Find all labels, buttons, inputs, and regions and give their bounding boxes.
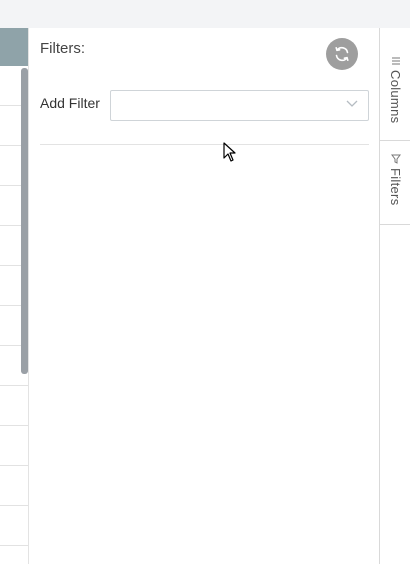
add-filter-select[interactable]	[110, 90, 369, 121]
tab-columns[interactable]: Columns	[380, 54, 410, 141]
chevron-down-icon	[346, 100, 358, 107]
filter-icon	[390, 154, 401, 164]
tab-columns-label: Columns	[388, 70, 403, 124]
table-row[interactable]	[0, 466, 28, 506]
tab-filters[interactable]: Filters	[380, 152, 410, 225]
grid-scrollbar[interactable]	[21, 68, 28, 374]
table-row[interactable]	[0, 386, 28, 426]
divider	[40, 144, 369, 145]
refresh-icon	[335, 46, 349, 62]
refresh-button[interactable]	[326, 38, 358, 70]
mouse-cursor-icon	[223, 142, 236, 162]
add-filter-label: Add Filter	[40, 95, 100, 111]
table-row[interactable]	[0, 546, 28, 564]
table-row[interactable]	[0, 506, 28, 546]
tool-sidebar: Columns Filters	[379, 28, 410, 564]
tab-filters-label: Filters	[388, 168, 403, 206]
panel-title: Filters:	[40, 40, 85, 57]
data-grid	[0, 28, 29, 564]
grid-header	[0, 28, 28, 66]
columns-icon	[391, 57, 400, 65]
table-row[interactable]	[0, 426, 28, 466]
filters-panel: Filters: Add Filter	[29, 28, 379, 564]
